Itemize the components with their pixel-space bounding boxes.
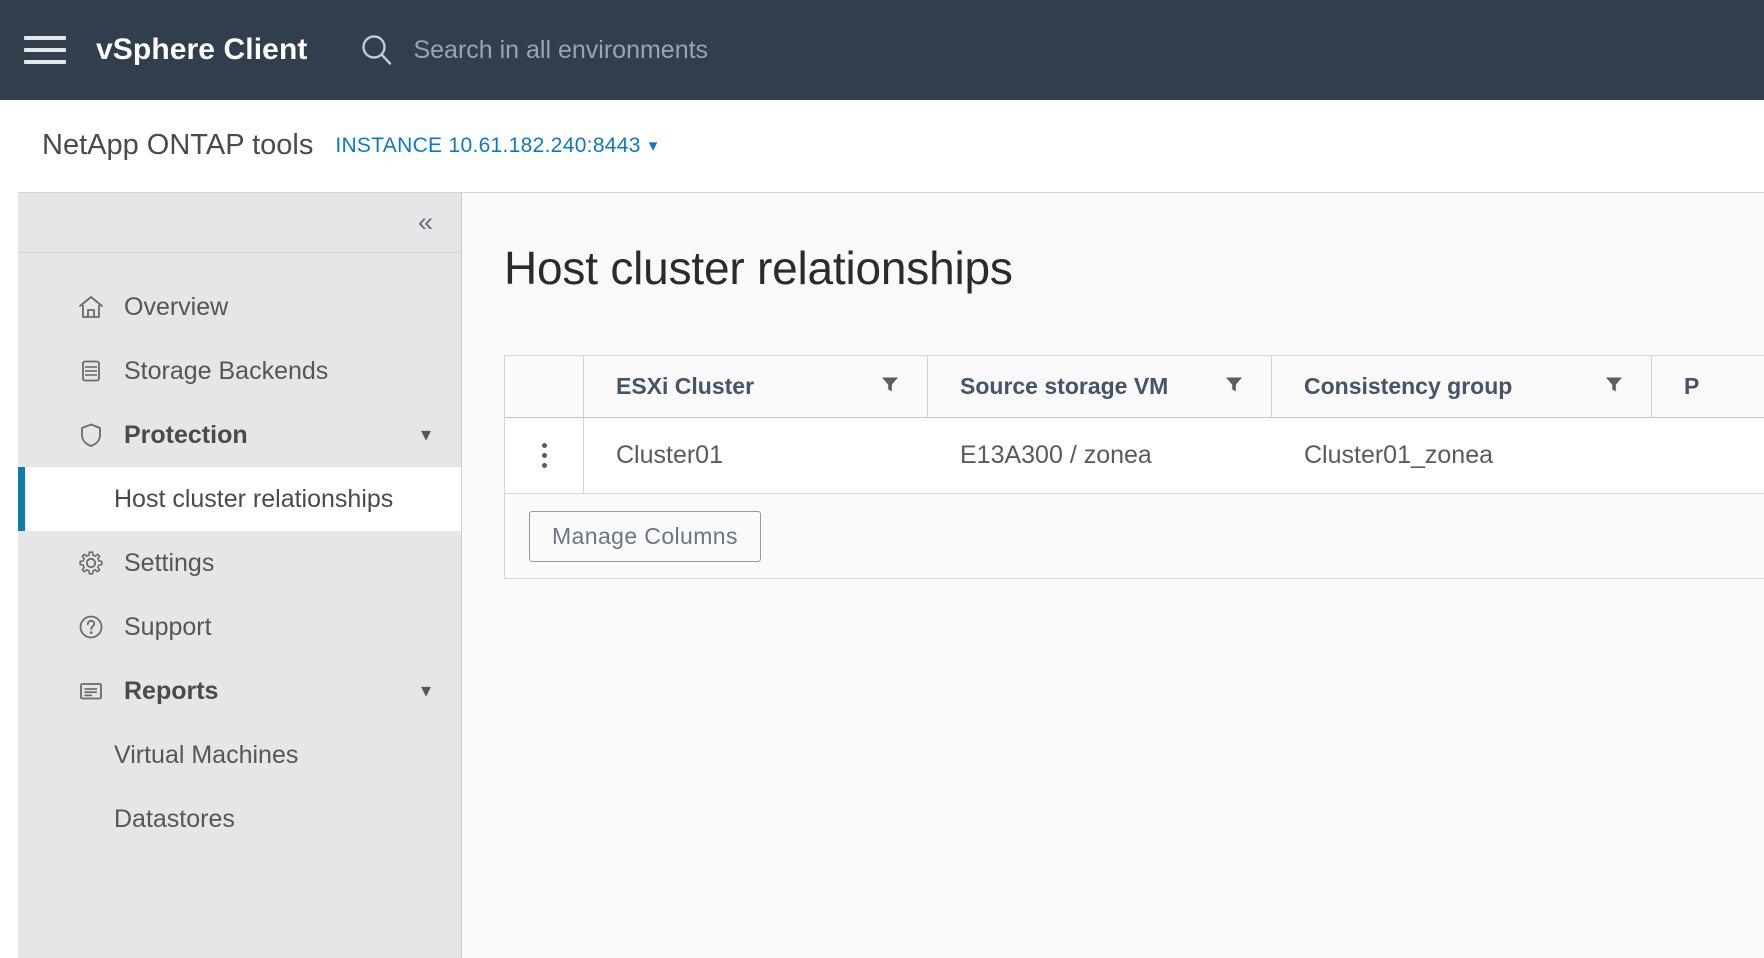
hamburger-bar bbox=[24, 36, 66, 40]
filter-icon[interactable] bbox=[879, 373, 901, 401]
app-title: NetApp ONTAP tools bbox=[42, 129, 313, 162]
sidebar-item-overview[interactable]: Overview bbox=[18, 275, 461, 339]
filter-icon[interactable] bbox=[1223, 373, 1245, 401]
table-row[interactable]: Cluster01 E13A300 / zonea Cluster01_zone… bbox=[505, 418, 1764, 494]
cell-partial-column bbox=[1651, 418, 1764, 493]
table-header-source-storage-vm[interactable]: Source storage VM bbox=[927, 356, 1271, 417]
sidebar: « Overview bbox=[18, 192, 462, 958]
main-content: Host cluster relationships ESXi Cluster … bbox=[462, 192, 1764, 958]
cell-source-storage-vm: E13A300 / zonea bbox=[927, 418, 1271, 493]
sidebar-item-datastores[interactable]: Datastores bbox=[18, 787, 461, 851]
table-header-actions-cell bbox=[505, 356, 583, 417]
cell-esxi-cluster: Cluster01 bbox=[583, 418, 927, 493]
hamburger-bar bbox=[24, 48, 66, 52]
report-icon bbox=[76, 676, 106, 706]
host-cluster-relationships-table: ESXi Cluster Source storage VM bbox=[504, 355, 1764, 579]
home-icon bbox=[76, 292, 106, 322]
sidebar-item-label: Support bbox=[124, 613, 212, 642]
question-circle-icon bbox=[76, 612, 106, 642]
sidebar-group-label: Protection bbox=[124, 421, 248, 450]
page-title: Host cluster relationships bbox=[504, 241, 1764, 295]
column-header-label: ESXi Cluster bbox=[616, 373, 754, 400]
chevron-down-icon[interactable]: ▾ bbox=[421, 681, 431, 701]
product-title: vSphere Client bbox=[96, 33, 307, 67]
sidebar-item-label: Storage Backends bbox=[124, 357, 328, 386]
table-header-esxi-cluster[interactable]: ESXi Cluster bbox=[583, 356, 927, 417]
sidebar-item-support[interactable]: Support bbox=[18, 595, 461, 659]
hamburger-bar bbox=[24, 60, 66, 64]
filter-icon[interactable] bbox=[1603, 373, 1625, 401]
chevron-down-icon: ▾ bbox=[649, 137, 658, 154]
database-icon bbox=[76, 356, 106, 386]
ontap-sub-header: NetApp ONTAP tools INSTANCE 10.61.182.24… bbox=[0, 100, 1764, 192]
kebab-menu-icon[interactable] bbox=[538, 439, 551, 472]
kebab-dot bbox=[542, 453, 547, 458]
vsphere-top-bar: vSphere Client Search in all environment… bbox=[0, 0, 1764, 100]
column-header-label: P bbox=[1684, 373, 1699, 400]
search-input[interactable]: Search in all environments bbox=[413, 36, 708, 65]
sidebar-item-label: Settings bbox=[124, 549, 214, 578]
double-chevron-left-icon[interactable]: « bbox=[412, 205, 439, 240]
sidebar-nav: Overview Storage Backends bbox=[18, 253, 461, 851]
instance-selector[interactable]: INSTANCE 10.61.182.240:8443 ▾ bbox=[335, 134, 657, 158]
sidebar-item-storage-backends[interactable]: Storage Backends bbox=[18, 339, 461, 403]
global-search[interactable]: Search in all environments bbox=[359, 32, 708, 68]
column-header-label: Source storage VM bbox=[960, 373, 1168, 400]
column-header-label: Consistency group bbox=[1304, 373, 1512, 400]
search-icon bbox=[359, 32, 395, 68]
sidebar-subitem-label: Virtual Machines bbox=[114, 741, 298, 770]
sidebar-group-reports[interactable]: Reports ▾ bbox=[18, 659, 461, 723]
chevron-down-icon[interactable]: ▾ bbox=[421, 425, 431, 445]
sidebar-item-label: Overview bbox=[124, 293, 228, 322]
sidebar-group-protection[interactable]: Protection ▾ bbox=[18, 403, 461, 467]
cell-consistency-group: Cluster01_zonea bbox=[1271, 418, 1651, 493]
sidebar-item-virtual-machines[interactable]: Virtual Machines bbox=[18, 723, 461, 787]
sidebar-group-label: Reports bbox=[124, 677, 218, 706]
kebab-dot bbox=[542, 443, 547, 448]
sidebar-item-host-cluster-relationships[interactable]: Host cluster relationships bbox=[18, 467, 461, 531]
sidebar-item-settings[interactable]: Settings bbox=[18, 531, 461, 595]
gear-icon bbox=[76, 548, 106, 578]
row-actions-cell bbox=[505, 418, 583, 493]
table-header-consistency-group[interactable]: Consistency group bbox=[1271, 356, 1651, 417]
manage-columns-button[interactable]: Manage Columns bbox=[529, 511, 761, 562]
instance-label: INSTANCE 10.61.182.240:8443 bbox=[335, 134, 640, 158]
sidebar-subitem-label: Datastores bbox=[114, 805, 235, 834]
sidebar-collapse-row: « bbox=[18, 193, 461, 253]
kebab-dot bbox=[542, 463, 547, 468]
table-footer: Manage Columns bbox=[505, 494, 1764, 578]
shield-icon bbox=[76, 420, 106, 450]
table-header-partial-column[interactable]: P bbox=[1651, 356, 1764, 417]
page-body: « Overview bbox=[0, 192, 1764, 958]
sidebar-subitem-label: Host cluster relationships bbox=[114, 485, 393, 514]
hamburger-icon[interactable] bbox=[24, 29, 66, 71]
table-header-row: ESXi Cluster Source storage VM bbox=[505, 356, 1764, 418]
